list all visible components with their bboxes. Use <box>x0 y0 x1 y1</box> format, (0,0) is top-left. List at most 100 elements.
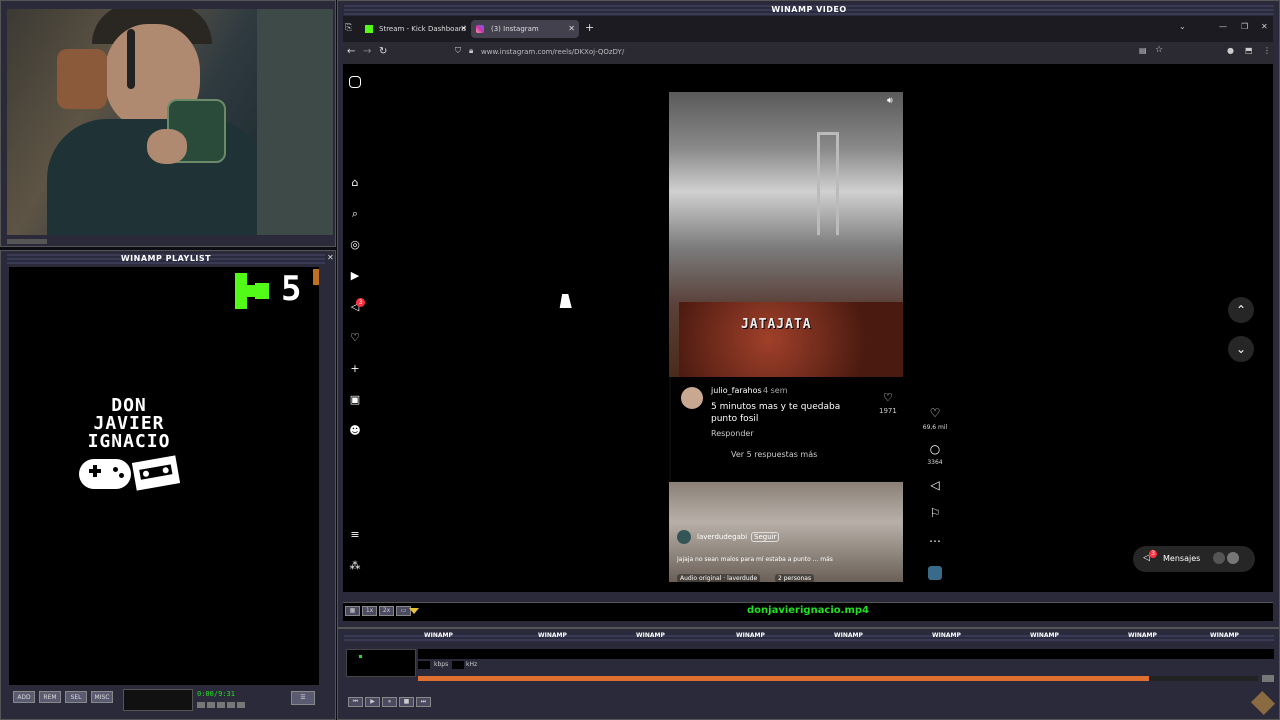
stop-button[interactable]: ■ <box>399 697 414 707</box>
comment-likes: 1971 <box>879 407 897 415</box>
balance-knob[interactable] <box>1262 675 1274 682</box>
author-name[interactable]: laverdudegabi <box>697 533 747 541</box>
tab-instagram[interactable]: (3) Instagram ✕ <box>471 20 579 38</box>
close-tab-icon[interactable]: ✕ <box>568 20 575 38</box>
audio-thumbnail[interactable] <box>928 566 942 580</box>
people-chip[interactable]: 2 personas <box>775 574 815 582</box>
mini-controls[interactable] <box>197 702 287 710</box>
comment-text: 5 minutos mas y te quedaba punto fosil <box>711 402 841 424</box>
comment-card: julio_farahos 4 sem 5 minutos mas y te q… <box>671 377 903 481</box>
bookmark-star-icon[interactable]: ☆ <box>1155 45 1163 55</box>
next-track-button[interactable]: ⏭︎ <box>416 697 431 707</box>
explore-icon[interactable]: ◎ <box>348 238 362 252</box>
url-field[interactable]: www.instagram.com/reels/DKXoj-QOzDY/ <box>481 48 624 56</box>
contact-avatar <box>1213 552 1225 564</box>
webcam-feed <box>7 9 333 235</box>
kbps-label: kbps <box>434 661 449 668</box>
menu-icon[interactable]: ⋮ <box>1263 46 1271 55</box>
instagram-sidebar: ⌂ ⌕ ◎ ▶ ◁ 3 ♡ + ▣ ☻ ≡ ⁂ <box>343 64 369 592</box>
account-icon[interactable]: ● <box>1227 46 1234 55</box>
save-bookmark-icon[interactable]: ⚐ <box>925 506 945 520</box>
play-button[interactable]: ▶︎ <box>365 697 380 707</box>
reel-video[interactable]: JATAJATA 🔊︎ julio_farahos 4 sem 5 minuto… <box>669 92 903 582</box>
home-icon[interactable]: ⌂ <box>348 176 362 190</box>
tab-kick-dashboard[interactable]: Stream - Kick Dashboard ✕ <box>359 20 469 38</box>
video-title: WINAMP VIDEO <box>344 5 1274 15</box>
close-tab-icon[interactable]: ✕ <box>460 20 467 38</box>
main-title-label: WINAMP <box>424 632 453 639</box>
playlist-title: WINAMP PLAYLIST <box>7 254 325 264</box>
pause-button[interactable]: ⏸︎ <box>382 697 397 707</box>
browser-window: ⎘ Stream - Kick Dashboard ✕ (3) Instagra… <box>343 16 1273 592</box>
tab-label: (3) Instagram <box>491 25 539 33</box>
maximize-icon[interactable]: ❐ <box>1241 22 1248 31</box>
comment-count: 3364 <box>927 459 943 466</box>
logo-line: IGNACIO <box>87 431 171 452</box>
previous-reel-button[interactable]: ⌃ <box>1228 297 1254 323</box>
minimize-icon[interactable]: — <box>1219 22 1227 31</box>
more-menu-icon[interactable]: ≡ <box>348 528 362 542</box>
add-button[interactable]: ADD <box>13 691 35 703</box>
search-icon[interactable]: ⌕ <box>348 207 362 221</box>
comment-heart-icon[interactable]: ♡ <box>883 391 893 404</box>
winamp-logo-icon[interactable] <box>1250 690 1276 716</box>
audio-chip[interactable]: Audio original · laverdude <box>677 574 761 582</box>
remove-button[interactable]: REM <box>39 691 61 703</box>
dashboard-icon[interactable]: ▣ <box>348 393 362 407</box>
reel-lower-frame <box>669 482 903 582</box>
reader-view-icon[interactable]: ▤ <box>1139 46 1147 55</box>
instagram-logo-icon[interactable] <box>349 76 361 88</box>
shield-icon[interactable]: ⛉ <box>455 46 461 56</box>
misc-button[interactable]: MISC <box>91 691 113 703</box>
like-heart-icon[interactable]: ♡ <box>925 406 945 420</box>
list-options-button[interactable]: ☰ <box>291 691 315 705</box>
seek-bar[interactable] <box>418 676 1258 681</box>
share-icon[interactable]: ◁ <box>925 478 945 492</box>
lock-icon[interactable]: 🔒︎ <box>469 46 473 56</box>
reply-link[interactable]: Responder <box>711 429 754 438</box>
comment-user[interactable]: julio_farahos <box>711 386 762 395</box>
threads-icon[interactable]: ⁂ <box>348 559 362 573</box>
gamepad-icon <box>79 459 131 489</box>
reels-icon[interactable]: ▶ <box>348 269 362 283</box>
kick-logo-icon <box>235 273 269 309</box>
kick-favicon-icon <box>365 25 373 33</box>
tab-list-icon[interactable]: ⎘ <box>345 23 352 33</box>
volume-icon[interactable]: 🔊︎ <box>887 96 893 106</box>
main-title-label: WINAMP <box>834 632 863 639</box>
video-filename: donjavierignacio.mp4 <box>747 605 869 616</box>
more-options-icon[interactable]: ⋯ <box>925 534 945 548</box>
forward-icon[interactable]: → <box>363 46 371 57</box>
heart-icon[interactable]: ♡ <box>348 331 362 345</box>
playlist-scrollbar[interactable] <box>313 269 319 285</box>
select-button[interactable]: SEL <box>65 691 87 703</box>
winamp-main-window: WINAMP WINAMP WINAMP WINAMP WINAMP WINAM… <box>337 628 1280 720</box>
main-title-label: WINAMP <box>538 632 567 639</box>
window-close-icon[interactable]: ✕ <box>1261 22 1268 31</box>
song-ticker <box>418 649 1274 659</box>
back-icon[interactable]: ← <box>347 46 355 57</box>
khz-label: kHz <box>466 661 478 668</box>
more-replies-link[interactable]: Ver 5 respuestas más <box>731 450 817 459</box>
profile-avatar-icon[interactable]: ☻ <box>348 424 362 438</box>
reload-icon[interactable]: ↻ <box>379 46 387 57</box>
webcam-status-bar <box>7 239 47 244</box>
comment-bubble-icon[interactable]: ○ <box>925 442 945 456</box>
tab-overflow-icon[interactable]: ⌄ <box>1179 22 1186 31</box>
create-icon[interactable]: + <box>348 362 362 376</box>
author-avatar[interactable] <box>677 530 691 544</box>
khz-box <box>452 661 464 669</box>
messages-pill[interactable]: ◁ 3 Mensajes <box>1133 546 1255 572</box>
close-icon[interactable]: ✕ <box>327 254 335 262</box>
extensions-icon[interactable]: ⬒ <box>1245 46 1253 55</box>
food-shape <box>679 302 903 377</box>
previous-track-button[interactable]: ⏮︎ <box>348 697 363 707</box>
messages-label: Mensajes <box>1163 554 1201 563</box>
next-reel-button[interactable]: ⌄ <box>1228 336 1254 362</box>
main-title-label: WINAMP <box>1030 632 1059 639</box>
follow-button[interactable]: Seguir <box>751 532 780 542</box>
main-title-label: WINAMP <box>932 632 961 639</box>
main-title-label: WINAMP <box>636 632 665 639</box>
commenter-avatar[interactable] <box>681 387 703 409</box>
new-tab-icon[interactable]: + <box>585 21 594 34</box>
